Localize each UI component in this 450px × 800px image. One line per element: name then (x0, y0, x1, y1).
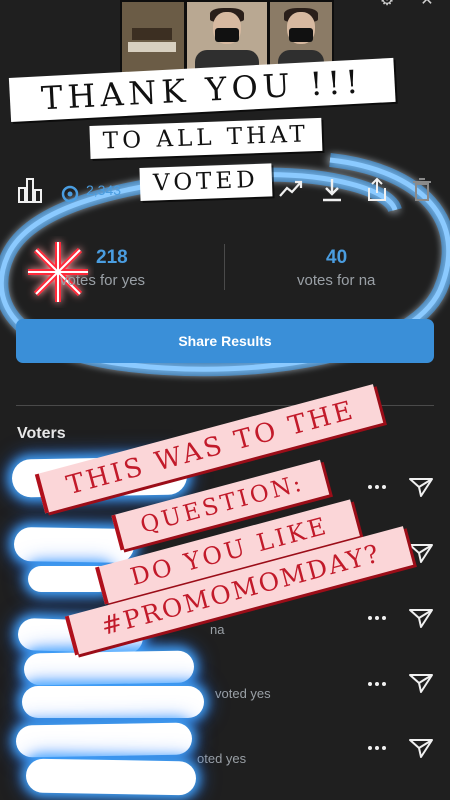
eye-icon (61, 185, 79, 203)
redaction-scribble (22, 686, 204, 718)
more-options-icon[interactable] (368, 485, 388, 491)
send-icon[interactable] (408, 607, 434, 629)
redaction-scribble (15, 722, 193, 758)
more-options-icon[interactable] (368, 616, 388, 622)
voters-heading: Voters (17, 425, 66, 442)
bar-chart-icon[interactable] (17, 176, 43, 204)
trending-icon[interactable] (278, 176, 304, 204)
trash-icon[interactable] (410, 176, 434, 204)
share-results-button[interactable]: Share Results (16, 319, 434, 363)
redaction-scribble (25, 758, 197, 796)
close-icon[interactable]: ✕ (418, 0, 436, 10)
settings-icon[interactable]: ⚙ (378, 0, 396, 10)
redaction-scribble (23, 650, 195, 686)
voter-status: oted yes (197, 751, 247, 766)
send-icon[interactable] (408, 737, 434, 759)
no-vote-count: 40 (326, 247, 348, 268)
send-icon[interactable] (408, 672, 434, 694)
send-icon[interactable] (408, 476, 434, 498)
download-icon[interactable] (320, 176, 344, 204)
views-count: 2,343 (86, 182, 122, 198)
yes-vote-count: 218 (96, 247, 128, 268)
more-options-icon[interactable] (368, 682, 388, 688)
voted-banner: VOTED (139, 163, 273, 201)
voter-status: na (210, 622, 225, 637)
story-thumbnail-1[interactable] (120, 0, 186, 76)
results-divider (224, 244, 225, 290)
thank-you-banner: THANK YOU !!! (8, 57, 396, 122)
voter-status: voted yes (215, 686, 271, 701)
share-icon[interactable] (364, 176, 390, 204)
more-options-icon[interactable] (368, 746, 388, 752)
no-vote-label: votes for na (297, 272, 376, 289)
yes-vote-label: votes for yes (60, 272, 146, 289)
